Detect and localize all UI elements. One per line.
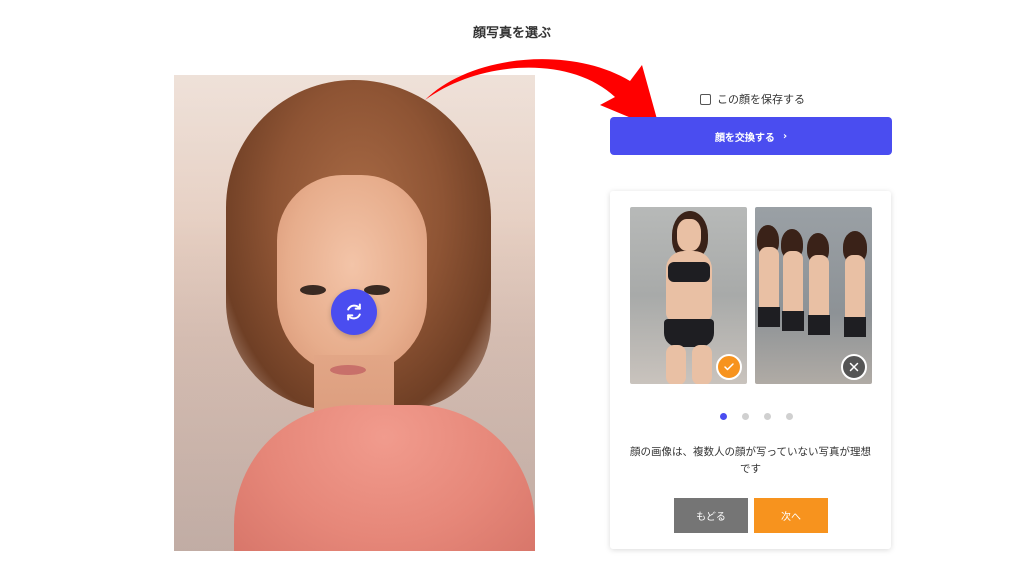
example-top (668, 262, 710, 282)
save-face-checkbox[interactable] (700, 93, 711, 105)
example-shorts (664, 319, 714, 347)
bad-example-badge (841, 354, 867, 380)
example-shorts (844, 317, 866, 337)
good-example-badge (716, 354, 742, 380)
example-leg (692, 345, 712, 384)
example-shorts (808, 315, 830, 335)
photo-hint-text: 顔の画像は、複数人の顔が写っていない写真が理想です (630, 446, 871, 475)
save-face-option[interactable]: この顔を保存する (700, 90, 805, 108)
chevron-right-icon: › (782, 130, 788, 142)
carousel-pagination (610, 413, 891, 420)
swap-face-button[interactable]: 顔を交換する › (610, 117, 892, 155)
photo-left-eye (300, 285, 326, 295)
close-icon (849, 362, 859, 372)
carousel-dot-4[interactable] (786, 413, 793, 420)
page-title: 顔写真を選ぶ (472, 26, 551, 41)
next-button[interactable]: 次へ (754, 498, 828, 533)
photo-guide-card: 顔の画像は、複数人の顔が写っていない写真が理想です もどる 次へ (610, 191, 891, 549)
change-photo-button[interactable] (331, 289, 377, 335)
example-shorts (782, 311, 804, 331)
example-leg (666, 345, 686, 384)
check-icon (724, 363, 734, 371)
carousel-dot-2[interactable] (742, 413, 749, 420)
save-face-label: この顔を保存する (717, 93, 805, 106)
carousel-dot-1[interactable] (720, 413, 727, 420)
back-button[interactable]: もどる (674, 498, 748, 533)
photo-mouth (330, 365, 366, 375)
photo-face (277, 175, 427, 375)
swap-face-button-label: 顔を交換する (714, 132, 775, 144)
refresh-icon (347, 303, 361, 321)
face-swap-page: 顔写真を選ぶ この顔を保存する 顔を交換する › 顔の画像は、複数人の顔が写って… (0, 0, 1024, 576)
example-shorts (758, 307, 780, 327)
example-face (677, 219, 701, 251)
carousel-dot-3[interactable] (764, 413, 771, 420)
